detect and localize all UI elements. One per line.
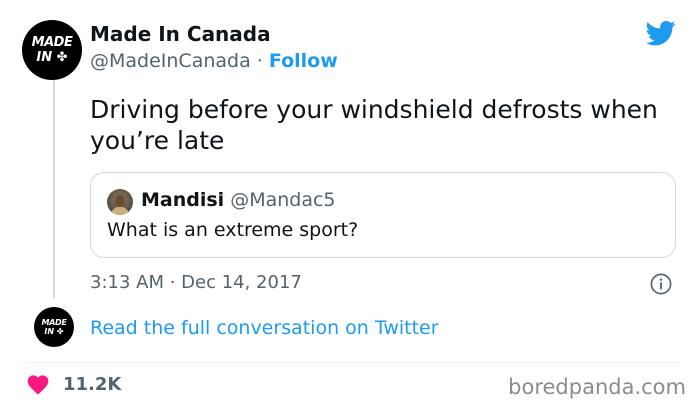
thread-line bbox=[53, 80, 55, 298]
avatar-face bbox=[115, 195, 125, 207]
avatar-text-made: MADE bbox=[31, 35, 73, 50]
avatar-text-in-word: IN bbox=[36, 50, 53, 65]
twitter-bird-icon[interactable] bbox=[644, 18, 678, 48]
watermark: boredpanda.com bbox=[508, 375, 686, 399]
follow-button[interactable]: Follow bbox=[269, 50, 338, 72]
quoted-author-name[interactable]: Mandisi bbox=[141, 189, 224, 211]
quoted-tweet-text: What is an extreme sport? bbox=[107, 219, 359, 241]
info-icon[interactable] bbox=[650, 273, 672, 295]
heart-icon[interactable] bbox=[26, 373, 50, 395]
author-handle[interactable]: @MadeInCanada bbox=[90, 50, 251, 72]
footer-divider bbox=[20, 362, 680, 363]
tweet-text: Driving before your windshield defrosts … bbox=[90, 95, 658, 155]
quoted-author-handle[interactable]: @Mandac5 bbox=[230, 189, 335, 211]
quoted-tweet-card[interactable]: Mandisi @Mandac5 What is an extreme sport… bbox=[90, 172, 676, 258]
quoted-author-line: Mandisi @Mandac5 bbox=[141, 189, 336, 211]
like-count: 11.2K bbox=[63, 374, 122, 395]
avatar-shirt bbox=[111, 207, 129, 215]
author-avatar[interactable]: MADE IN ✤ bbox=[22, 20, 82, 80]
small-avatar-text-made: MADE bbox=[41, 317, 67, 327]
author-subline: @MadeInCanada · Follow bbox=[90, 50, 338, 72]
maple-leaf-icon: ✤ bbox=[56, 50, 68, 65]
read-conversation-link[interactable]: Read the full conversation on Twitter bbox=[90, 317, 439, 339]
tweet-timestamp[interactable]: 3:13 AM · Dec 14, 2017 bbox=[90, 272, 302, 293]
conversation-avatar[interactable]: MADE IN ✤ bbox=[34, 307, 74, 347]
small-avatar-text-in-word: IN bbox=[44, 326, 55, 336]
avatar-text-in: IN ✤ bbox=[36, 51, 67, 64]
small-maple-leaf-icon: ✤ bbox=[56, 326, 64, 336]
quoted-author-avatar[interactable] bbox=[107, 189, 133, 215]
separator-dot: · bbox=[256, 50, 263, 72]
author-name[interactable]: Made In Canada bbox=[90, 22, 271, 46]
small-avatar-text-in: IN ✤ bbox=[44, 326, 64, 336]
